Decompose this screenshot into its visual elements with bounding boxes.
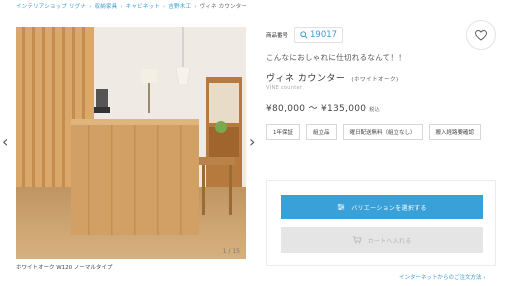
product-name-text: ヴィネ カウンター	[266, 74, 346, 84]
heart-icon	[475, 29, 487, 41]
tag-delivery-route: 搬入経路要確認	[428, 124, 482, 140]
tax-note: 税込	[369, 107, 380, 113]
breadcrumb-link-shop[interactable]: インテリアショップ リグナ	[16, 4, 86, 10]
product-code-label: 商品番号	[266, 33, 289, 39]
image-counter: 1 / 15	[222, 248, 240, 255]
favorite-button[interactable]	[466, 20, 496, 50]
cart-panel: バリエーションを選択する カートへ入れる	[266, 180, 496, 266]
breadcrumb: インテリアショップ リグナ › 収納家具 › キャビネット › 吉野木工 › ヴィネ カウンター	[16, 2, 247, 10]
product-info: 商品番号 19017	[266, 25, 498, 45]
product-price: ¥80,000 〜 ¥135,000 税込	[266, 101, 380, 114]
breadcrumb-link-brand[interactable]: 吉野木工	[168, 4, 191, 10]
product-photo	[16, 27, 246, 259]
internet-order-link[interactable]: インターネットからのご注文方法 ›	[399, 273, 485, 281]
image-caption: ホワイトオーク W120 ノーマルタイプ	[16, 265, 113, 271]
product-code-row: 商品番号 19017	[266, 25, 498, 45]
breadcrumb-current: ヴィネ カウンター	[199, 4, 248, 10]
breadcrumb-separator: ›	[194, 4, 197, 10]
add-to-cart-label: カートへ入れる	[367, 237, 412, 245]
product-code-box: 19017	[294, 27, 344, 43]
catch-copy: こんなにおしゃれに仕切れるなんて！！	[266, 53, 407, 62]
settings-icon	[338, 203, 345, 211]
select-variation-label: バリエーションを選択する	[351, 204, 427, 212]
price-range: ¥80,000 〜 ¥135,000	[266, 104, 367, 114]
feature-tags: 1年保証 組立品 曜日配送無料（組立なし） 搬入経路要確認	[266, 124, 498, 140]
select-variation-button[interactable]: バリエーションを選択する	[281, 195, 483, 219]
product-name-en: VINE counter	[266, 85, 303, 91]
tag-warranty: 1年保証	[266, 124, 300, 140]
product-image[interactable]: 1 / 15	[16, 27, 246, 259]
breadcrumb-separator: ›	[89, 4, 92, 10]
product-name: ヴィネ カウンター (ホワイトオーク)	[266, 71, 399, 84]
cart-icon	[353, 236, 363, 244]
add-to-cart-button[interactable]: カートへ入れる	[281, 227, 483, 253]
search-icon	[300, 31, 308, 39]
product-code: 19017	[310, 30, 338, 40]
tag-free-delivery: 曜日配送無料（組立なし）	[342, 124, 423, 140]
product-variant: (ホワイトオーク)	[351, 77, 399, 83]
tag-assembly: 組立品	[306, 124, 337, 140]
breadcrumb-link-cabinet[interactable]: キャビネット	[126, 4, 160, 10]
chevron-left-icon[interactable]: ‹	[2, 134, 8, 150]
chevron-right-icon[interactable]: ›	[249, 134, 255, 150]
breadcrumb-link-storage[interactable]: 収納家具	[95, 4, 118, 10]
breadcrumb-separator: ›	[162, 4, 166, 10]
breadcrumb-separator: ›	[120, 4, 123, 10]
